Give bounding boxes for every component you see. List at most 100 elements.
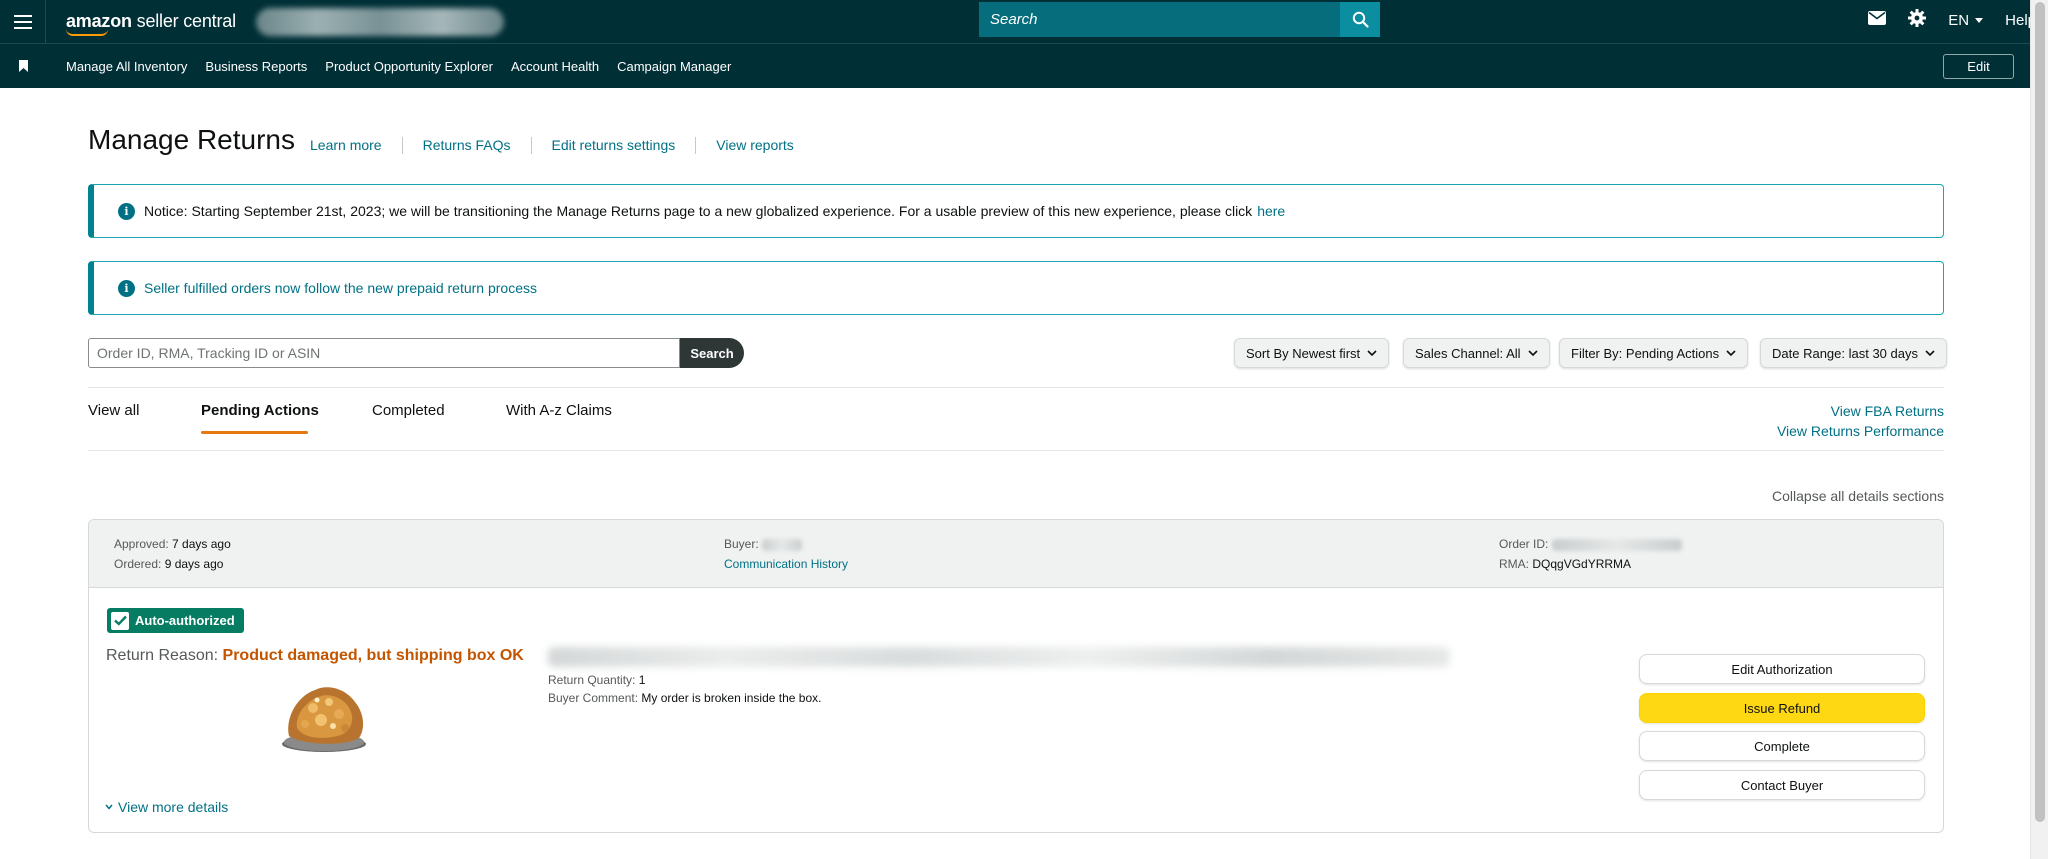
globalization-notice: i Notice: Starting September 21st, 2023;… bbox=[88, 184, 1944, 238]
account-switcher[interactable] bbox=[255, 7, 504, 36]
sales-channel-dropdown[interactable]: Sales Channel: All bbox=[1403, 338, 1550, 368]
header-actions: EN Help bbox=[1868, 0, 2036, 40]
title-links: Learn more Returns FAQs Edit returns set… bbox=[310, 137, 814, 154]
active-tab-indicator bbox=[201, 431, 308, 434]
scrollbar-thumb[interactable] bbox=[2035, 2, 2045, 822]
order-search-button[interactable]: Search bbox=[680, 338, 744, 368]
tabs-divider-top bbox=[88, 387, 1944, 388]
bookmark-campaign-manager[interactable]: Campaign Manager bbox=[617, 59, 731, 74]
order-id-redacted[interactable] bbox=[1551, 538, 1682, 551]
chevron-down-icon bbox=[1726, 350, 1736, 356]
menu-icon[interactable] bbox=[0, 0, 46, 43]
language-selector[interactable]: EN bbox=[1948, 11, 1984, 29]
return-dates: Approved: 7 days ago Ordered: 9 days ago bbox=[114, 534, 231, 574]
chevron-down-icon bbox=[1925, 350, 1935, 356]
learn-more-link[interactable]: Learn more bbox=[310, 137, 402, 154]
contact-buyer-button[interactable]: Contact Buyer bbox=[1639, 770, 1925, 800]
approved-label: Approved: bbox=[114, 537, 169, 551]
bookmark-icon[interactable] bbox=[0, 60, 46, 72]
buyer-info: Buyer: Communication History bbox=[724, 534, 848, 574]
return-card-header: Approved: 7 days ago Ordered: 9 days ago… bbox=[89, 520, 1943, 588]
tab-completed[interactable]: Completed bbox=[372, 402, 445, 419]
badge-label: Auto-authorized bbox=[135, 613, 235, 628]
prepaid-return-link[interactable]: Seller fulfilled orders now follow the n… bbox=[144, 280, 537, 296]
global-search-input[interactable]: Search bbox=[979, 2, 1340, 37]
info-icon: i bbox=[118, 202, 135, 220]
return-reason-value: Product damaged, but shipping box OK bbox=[222, 647, 524, 664]
auto-authorized-badge: Auto-authorized bbox=[107, 608, 244, 633]
return-quantity: Return Quantity: 1 bbox=[548, 673, 645, 687]
collapse-all-details-link[interactable]: Collapse all details sections bbox=[1772, 488, 1944, 504]
returns-faqs-link[interactable]: Returns FAQs bbox=[401, 137, 531, 154]
return-reason-label: Return Reason: bbox=[106, 647, 219, 664]
seller-central-logo[interactable]: amazon seller central bbox=[66, 11, 236, 36]
filter-by-label: Filter By: Pending Actions bbox=[1571, 345, 1720, 361]
order-id-label: Order ID: bbox=[1499, 537, 1549, 551]
bookmark-manage-inventory[interactable]: Manage All Inventory bbox=[66, 59, 187, 74]
view-fba-returns-link[interactable]: View FBA Returns bbox=[1831, 403, 1944, 419]
tab-a-z-claims[interactable]: With A-z Claims bbox=[506, 402, 612, 419]
sales-channel-label: Sales Channel: All bbox=[1415, 345, 1521, 361]
view-more-details-label: View more details bbox=[118, 799, 229, 815]
ordered-value: 9 days ago bbox=[164, 557, 224, 571]
global-search: Search bbox=[979, 2, 1380, 37]
return-quantity-label: Return Quantity: bbox=[548, 673, 636, 687]
page-scrollbar[interactable] bbox=[2030, 0, 2048, 859]
buyer-comment-value: My order is broken inside the box. bbox=[641, 691, 822, 705]
rma-label: RMA: bbox=[1499, 557, 1529, 571]
ordered-label: Ordered: bbox=[114, 557, 162, 571]
tabs-divider-bottom bbox=[88, 450, 1944, 451]
issue-refund-button[interactable]: Issue Refund bbox=[1639, 693, 1925, 723]
gear-icon[interactable] bbox=[1908, 9, 1927, 31]
search-icon bbox=[1352, 11, 1369, 28]
logo-seller-central: seller central bbox=[136, 11, 236, 31]
mail-icon[interactable] bbox=[1868, 11, 1887, 29]
filter-by-dropdown[interactable]: Filter By: Pending Actions bbox=[1559, 338, 1749, 368]
edit-returns-settings-link[interactable]: Edit returns settings bbox=[530, 137, 696, 154]
buyer-comment: Buyer Comment: My order is broken inside… bbox=[548, 691, 821, 705]
info-icon: i bbox=[118, 279, 135, 297]
communication-history-link[interactable]: Communication History bbox=[724, 557, 848, 571]
checkmark-icon bbox=[111, 611, 129, 630]
view-more-details-link[interactable]: View more details bbox=[105, 799, 228, 815]
buyer-comment-label: Buyer Comment: bbox=[548, 691, 639, 705]
approved-value: 7 days ago bbox=[172, 537, 231, 551]
return-card: Approved: 7 days ago Ordered: 9 days ago… bbox=[88, 519, 1944, 833]
caret-down-icon bbox=[1975, 17, 1984, 23]
view-reports-link[interactable]: View reports bbox=[695, 137, 814, 154]
bookmark-bar: Manage All Inventory Business Reports Pr… bbox=[0, 43, 2030, 88]
buyer-name-redacted bbox=[762, 538, 803, 551]
search-button[interactable] bbox=[1340, 2, 1380, 37]
bookmark-business-reports[interactable]: Business Reports bbox=[205, 59, 307, 74]
bookmark-account-health[interactable]: Account Health bbox=[511, 59, 599, 74]
bookmark-product-opportunity[interactable]: Product Opportunity Explorer bbox=[325, 59, 493, 74]
edit-authorization-button[interactable]: Edit Authorization bbox=[1639, 654, 1925, 684]
sort-dropdown[interactable]: Sort By Newest first bbox=[1234, 338, 1390, 368]
notice-text: Notice: Starting September 21st, 2023; w… bbox=[144, 203, 1253, 219]
chevron-down-icon bbox=[1367, 350, 1377, 356]
order-info: Order ID: RMA: DQqgVGdYRRMA bbox=[1499, 534, 1682, 574]
prepaid-return-notice: i Seller fulfilled orders now follow the… bbox=[88, 261, 1944, 315]
tab-view-all[interactable]: View all bbox=[88, 402, 139, 419]
sort-label: Sort By Newest first bbox=[1246, 345, 1361, 361]
chevron-down-icon bbox=[1527, 350, 1538, 356]
edit-bookmarks-button[interactable]: Edit bbox=[1943, 54, 2014, 79]
notice-here-link[interactable]: here bbox=[1257, 203, 1285, 219]
return-reason: Return Reason: Product damaged, but ship… bbox=[106, 647, 524, 665]
rma-value: DQqgVGdYRRMA bbox=[1532, 557, 1632, 571]
page-title: Manage Returns bbox=[88, 124, 296, 155]
buyer-label: Buyer: bbox=[724, 537, 759, 551]
language-label: EN bbox=[1948, 11, 1970, 29]
view-returns-performance-link[interactable]: View Returns Performance bbox=[1777, 423, 1944, 439]
chevron-down-icon bbox=[105, 804, 113, 810]
order-search-input[interactable]: Order ID, RMA, Tracking ID or ASIN bbox=[88, 338, 680, 368]
product-title-redacted[interactable] bbox=[548, 647, 1450, 667]
date-range-dropdown[interactable]: Date Range: last 30 days bbox=[1760, 338, 1947, 368]
date-range-label: Date Range: last 30 days bbox=[1772, 345, 1918, 361]
tab-pending-actions[interactable]: Pending Actions bbox=[201, 402, 319, 419]
product-image bbox=[282, 687, 366, 752]
return-quantity-value: 1 bbox=[638, 673, 646, 687]
logo-amazon: amazon bbox=[66, 11, 132, 31]
logo-smile-icon bbox=[66, 29, 108, 36]
complete-button[interactable]: Complete bbox=[1639, 731, 1925, 761]
